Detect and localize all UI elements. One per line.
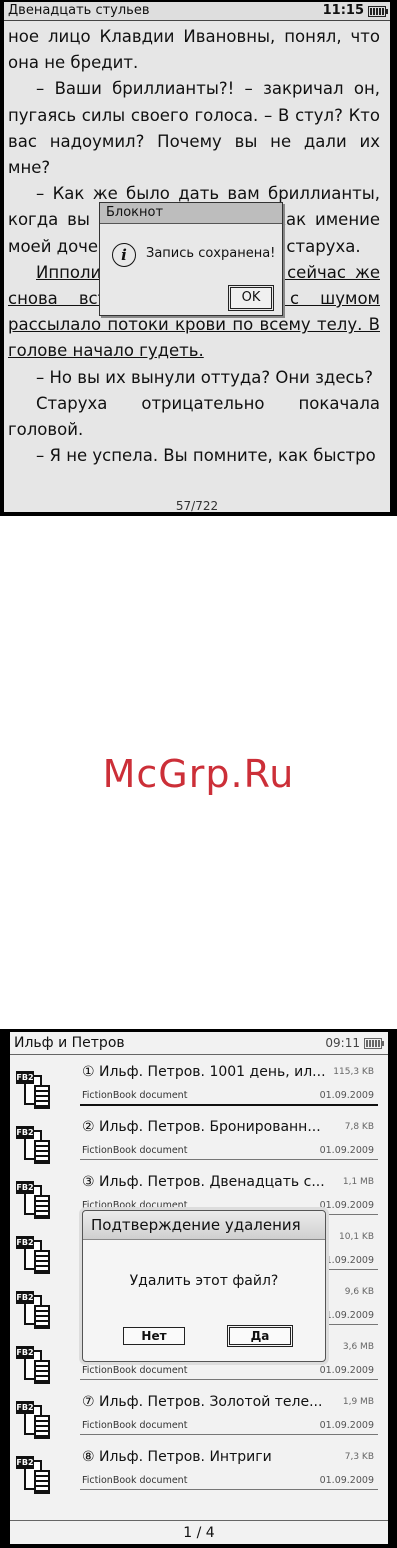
file-row[interactable]: FB2 ② Ильф. Петров. Бронированн... 7,8 KB F… [10,1114,388,1169]
reader-display: Двенадцать стульев 11:15 ное лицо Клавди… [4,2,390,512]
yes-button[interactable]: Да [227,1325,293,1347]
info-icon: i [112,243,136,267]
doc-shape [34,1360,50,1384]
file-title: ③ Ильф. Петров. Двенадцать с... [82,1174,325,1190]
file-type: FictionBook document [82,1145,188,1156]
doc-shape [34,1415,50,1439]
doc-shape [34,1140,50,1164]
watermark: McGrp.Ru [102,752,295,796]
dialog-message: Запись сохранена! [146,246,276,261]
file-row[interactable]: FB2 ⑧ Ильф. Петров. Интриги 7,3 KB FictionB… [10,1444,388,1499]
file-browser-screen: Ильф и Петров 09:11 FB2 ① Ильф. Петров. 1… [0,1029,397,1548]
file-row[interactable]: FB2 ⑦ Ильф. Петров. Золотой теле... 1,9 MB… [10,1389,388,1444]
file-size: 7,8 KB [344,1122,374,1132]
fb2-file-icon: FB2 [16,1181,52,1219]
row-divider [80,1379,378,1380]
fb2-tag: FB2 [16,1291,34,1304]
fb2-tag: FB2 [16,1401,34,1414]
file-title: ⑧ Ильф. Петров. Интриги [82,1449,272,1465]
clock: 11:15 [322,3,364,18]
file-date: 01.09.2009 [319,1200,374,1211]
book-paragraph: – Ваши бриллианты?! – закричал он, пугая… [8,79,380,178]
file-row[interactable]: FB2 ① Ильф. Петров. 1001 день, ил... 115,3… [10,1059,388,1114]
doc-shape [34,1195,50,1219]
reader-status-bar: Двенадцать стульев 11:15 [4,2,390,21]
file-size: 115,3 KB [333,1067,374,1077]
book-paragraph: – Но вы их вынули оттуда? Они здесь? [36,367,374,387]
file-date: 01.09.2009 [319,1255,374,1266]
ok-button[interactable]: OK [228,285,274,311]
file-title: ② Ильф. Петров. Бронированн... [82,1119,321,1135]
file-title: ⑦ Ильф. Петров. Золотой теле... [82,1394,323,1410]
notepad-dialog: Блокнот i Запись сохранена! OK [99,202,283,316]
file-size: 7,3 KB [344,1452,374,1462]
fb2-tag: FB2 [16,1126,34,1139]
file-date: 01.09.2009 [319,1420,374,1431]
row-divider [80,1104,378,1106]
folder-title: Ильф и Петров [14,1035,125,1051]
fb2-tag: FB2 [16,1071,34,1084]
fb2-file-icon: FB2 [16,1456,52,1494]
clock: 09:11 [325,1036,360,1050]
fb2-tag: FB2 [16,1181,34,1194]
delete-confirm-dialog: Подтверждение удаления Удалить этот файл… [82,1210,326,1362]
file-type: FictionBook document [82,1090,188,1101]
fb2-tag: FB2 [16,1236,34,1249]
book-paragraph: Старуха отрицательно покачала головой. [8,393,380,440]
file-size: 9,6 KB [344,1287,374,1297]
file-date: 01.09.2009 [319,1365,374,1376]
doc-shape [34,1085,50,1109]
fb2-tag: FB2 [16,1456,34,1469]
file-size: 3,6 MB [342,1342,374,1352]
file-type: FictionBook document [82,1475,188,1486]
book-paragraph: ное лицо Клавдии Ивановны, понял, что он… [8,27,380,73]
doc-shape [34,1250,50,1274]
page-indicator: 1 / 4 [10,1520,388,1544]
fb2-tag: FB2 [16,1346,34,1359]
fb2-file-icon: FB2 [16,1071,52,1109]
book-title: Двенадцать стульев [8,3,150,18]
dialog-title: Блокнот [100,203,282,224]
book-paragraph: – Я не успела. Вы помните, как быстро [36,446,376,466]
row-divider [80,1434,378,1435]
fb2-file-icon: FB2 [16,1346,52,1384]
browser-status-bar: Ильф и Петров 09:11 [10,1032,388,1055]
file-date: 01.09.2009 [319,1145,374,1156]
file-type: FictionBook document [82,1365,188,1376]
battery-icon [364,1038,384,1049]
no-button[interactable]: Нет [123,1327,185,1345]
file-type: FictionBook document [82,1420,188,1431]
reader-screen: Двенадцать стульев 11:15 ное лицо Клавди… [0,0,397,516]
file-title: ① Ильф. Петров. 1001 день, ил... [82,1064,326,1080]
file-date: 01.09.2009 [319,1475,374,1486]
fb2-file-icon: FB2 [16,1291,52,1329]
fb2-file-icon: FB2 [16,1126,52,1164]
dialog-title: Подтверждение удаления [83,1211,325,1240]
page-indicator: 57/722 [175,499,219,512]
battery-icon [368,6,388,17]
file-browser-display: Ильф и Петров 09:11 FB2 ① Ильф. Петров. 1… [10,1032,388,1544]
file-date: 01.09.2009 [319,1310,374,1321]
file-size: 10,1 KB [339,1232,374,1242]
file-size: 1,9 MB [342,1397,374,1407]
doc-shape [34,1305,50,1329]
doc-shape [34,1470,50,1494]
fb2-file-icon: FB2 [16,1236,52,1274]
row-divider [80,1159,378,1160]
fb2-file-icon: FB2 [16,1401,52,1439]
file-date: 01.09.2009 [319,1090,374,1101]
dialog-question: Удалить этот файл? [129,1273,279,1289]
file-size: 1,1 MB [342,1177,374,1187]
row-divider [80,1489,378,1490]
